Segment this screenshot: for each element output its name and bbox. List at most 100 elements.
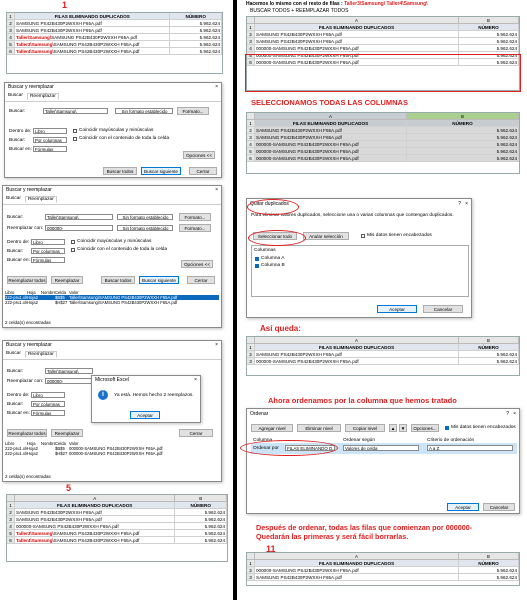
file-name-cell: SAMSUNG PS42B430P2WXXH F65A.pdf [15, 516, 176, 522]
table-row[interactable]: 2 SAMSUNG PS42B430P2WXXH F65A.pdf 5.962.62… [7, 509, 227, 516]
close-button[interactable]: Cerrar [189, 167, 217, 175]
tab-find[interactable]: Buscar [6, 196, 21, 203]
add-level-button[interactable]: Agregar nivel [251, 424, 293, 432]
dialog-title: Buscar y reemplazar × [8, 83, 218, 92]
file-name-cell: Taller4\Samsung\SAMSUNG PS42B430P2WXXH F… [15, 537, 176, 543]
table-row[interactable]: 6 Taller4\Samsung\SAMSUNG PS42B430P2WXXH … [7, 48, 222, 55]
file-name-cell: SAMSUNG PS42B430P2WXXH F65A.pdf [255, 127, 407, 133]
dialog-tabs: Buscar Reemplazar [5, 92, 221, 102]
result-cell: $H$27 [55, 300, 68, 305]
options-button[interactable]: Opciones << [183, 151, 215, 159]
cancel-button[interactable]: Cancelar [483, 503, 515, 511]
table-row[interactable]: 4 000000-SAMSUNG PS42B430P2WXXH F65A.pdf 5… [247, 141, 519, 148]
path-prefix: Taller3\Samsung\ [15, 531, 54, 536]
find-all-button[interactable]: Buscar todos [103, 167, 137, 175]
unselect-all-button[interactable]: Anular selección [303, 232, 349, 240]
help-icon[interactable]: ? [458, 199, 461, 210]
table-row[interactable]: 3 000000-SAMSUNG PS42B430P2WXXH F65A.pdf 5… [247, 358, 519, 365]
tab-replace[interactable]: Reemplazar [26, 93, 59, 100]
result-row[interactable]: 222-pru1.xlsxHoja2 $H$27Taller\Samsung\SA… [5, 300, 219, 305]
find-input[interactable]: Taller\Samsung\ [43, 108, 108, 114]
table-row[interactable]: 3 SAMSUNG PS42B430P2WXXH F65A.pdf 5.962.62… [247, 38, 519, 45]
row-number: 3 [7, 27, 15, 33]
find-replace-dialog-2: Buscar y reemplazar × Buscar Reemplazar … [2, 185, 222, 328]
vertical-divider [233, 0, 237, 600]
within-select[interactable]: Libro [33, 128, 67, 134]
close-icon[interactable]: × [215, 341, 218, 350]
table-row[interactable]: 5 Taller3\Samsung\SAMSUNG PS42B430P2WXXH … [7, 530, 227, 537]
file-name-cell: Taller\Samsung\SAMSUNG PS42B430P2WXXH F6… [15, 34, 171, 40]
sheet-9: A B 1 FILAS ELIMINANDO DUPLICADOS NÚMERO… [246, 336, 520, 376]
file-name: SAMSUNG PS42B430P2WXXH F65A.pdf [51, 35, 137, 40]
has-headers-checkbox[interactable] [361, 234, 365, 238]
close-icon[interactable]: × [194, 376, 197, 385]
number-cell: 5.962.624 [407, 155, 519, 161]
copy-level-button[interactable]: Copiar nivel [345, 424, 385, 432]
table-row[interactable]: 3 SAMSUNG PS42B430P2WXXH F65A.pdf 5.962.62… [247, 574, 519, 581]
find-replace-dialog-3: Buscar y reemplazar × Buscar Reemplazar … [2, 340, 222, 482]
close-icon[interactable]: × [465, 199, 468, 210]
ok-button[interactable]: Aceptar [377, 305, 417, 313]
row-number: 5 [7, 530, 15, 536]
ok-button[interactable]: Aceptar [130, 411, 160, 419]
table-row[interactable]: 2 000000-SAMSUNG PS42B430P2WXXH F65A.pdf 5… [247, 567, 519, 574]
match-case-checkbox[interactable] [73, 129, 77, 133]
find-next-button[interactable]: Buscar siguiente [141, 167, 181, 175]
row-number: 2 [7, 509, 15, 515]
close-icon[interactable]: × [215, 186, 218, 195]
sort-on-select[interactable]: Valores de celda [343, 445, 419, 451]
replace-all-button[interactable]: Reemplazar todos [7, 276, 47, 284]
table-row[interactable]: 5 000000-SAMSUNG PS42B430P2WXXH F65A.pdf 5… [247, 148, 519, 155]
ok-button[interactable]: Aceptar [447, 503, 479, 511]
close-icon[interactable]: × [513, 409, 516, 420]
help-icon[interactable]: ? [506, 409, 509, 420]
file-name: SAMSUNG PS42B430P2WXXH F65A.pdf [15, 517, 102, 522]
format-button[interactable]: Formato... [179, 213, 211, 221]
table-row[interactable]: 2 SAMSUNG PS42B430P2WXXH F65A.pdf 5.962.62… [247, 127, 519, 134]
find-all-button[interactable]: Buscar todos [101, 276, 135, 284]
column-b-checkbox[interactable] [255, 264, 259, 268]
has-headers-checkbox[interactable] [445, 426, 449, 430]
delete-level-button[interactable]: Eliminar nivel [297, 424, 341, 432]
replace-input[interactable]: 000000- [45, 225, 113, 231]
table-row[interactable]: 2 SAMSUNG PS42B430P2WXXH F65A.pdf 5.962.62… [247, 31, 519, 38]
table-row[interactable]: 2 SAMSUNG PS42B430P2WXXH F65A.pdf 5.962.62… [247, 351, 519, 358]
table-row[interactable]: 6 000000-SAMSUNG PS42B430P2WXXH F65A.pdf 5… [247, 155, 519, 162]
file-name-cell: 000000-SAMSUNG PS42B430P2WXXH F65A.pdf [255, 155, 407, 161]
format-button[interactable]: Formato... [177, 107, 209, 115]
order-select[interactable]: A a Z [427, 445, 513, 451]
table-row[interactable]: 6 Taller4\Samsung\SAMSUNG PS42B430P2WXXH … [7, 537, 227, 544]
search-order-select[interactable]: Por columnas [33, 137, 67, 143]
options-button[interactable]: Opciones... [411, 424, 439, 432]
table-row[interactable]: 2 SAMSUNG PS42B430P2WXXH F65A.pdf 5.962.62… [7, 20, 222, 27]
number-cell: 5.962.624 [407, 134, 519, 140]
table-row[interactable]: 4 000000-SAMSUNG PS42B430P2WXXH F65A.pdf 5… [7, 523, 227, 530]
format-button-2[interactable]: Formato... [179, 224, 211, 232]
table-row[interactable]: 3 SAMSUNG PS42B430P2WXXH F65A.pdf 5.962.62… [7, 516, 227, 523]
match-entire-checkbox[interactable] [73, 137, 77, 141]
number-cell: 5.962.624 [175, 523, 227, 529]
table-row[interactable]: 3 SAMSUNG PS42B430P2WXXH F65A.pdf 5.962.62… [7, 27, 222, 34]
move-down-icon[interactable]: ▼ [399, 424, 407, 432]
find-input[interactable]: Taller\Samsung\ [45, 214, 113, 220]
file-name: SAMSUNG PS42B430P2WXXH F65A.pdf [53, 49, 140, 54]
highlight-sort-by [240, 440, 338, 456]
result-row[interactable]: 222-pru1.xlsxHoja2 $H$27000000-SAMSUNG PS… [5, 451, 219, 456]
row-number: 5 [7, 41, 15, 47]
table-row[interactable]: 4 000000-SAMSUNG PS42B430P2WXXH F65A.pdf 5… [247, 45, 519, 52]
look-in-select[interactable]: Fórmulas [33, 146, 67, 152]
tab-find[interactable]: Buscar [8, 93, 23, 100]
cancel-button[interactable]: Cancelar [423, 305, 463, 313]
file-name-cell: SAMSUNG PS42B430P2WXXH F65A.pdf [15, 509, 176, 515]
row-number: 4 [7, 34, 15, 40]
tab-replace[interactable]: Reemplazar [24, 196, 57, 203]
table-row[interactable]: 5 Taller3\Samsung\SAMSUNG PS42B430P2WXXH … [7, 41, 222, 48]
file-name-cell: SAMSUNG PS42B430P2WXXH F65A.pdf [15, 20, 171, 26]
close-icon[interactable]: × [215, 83, 218, 92]
move-up-icon[interactable]: ▲ [389, 424, 397, 432]
replace-button[interactable]: Reemplazar [51, 276, 83, 284]
table-row[interactable]: 4 Taller\Samsung\SAMSUNG PS42B430P2WXXH F… [7, 34, 222, 41]
find-replace-dialog-1: Buscar y reemplazar × Buscar Reemplazar … [4, 82, 222, 178]
table-row[interactable]: 3 SAMSUNG PS42B430P2WXXH F65A.pdf 5.962.62… [247, 134, 519, 141]
column-a-checkbox[interactable] [255, 257, 259, 261]
